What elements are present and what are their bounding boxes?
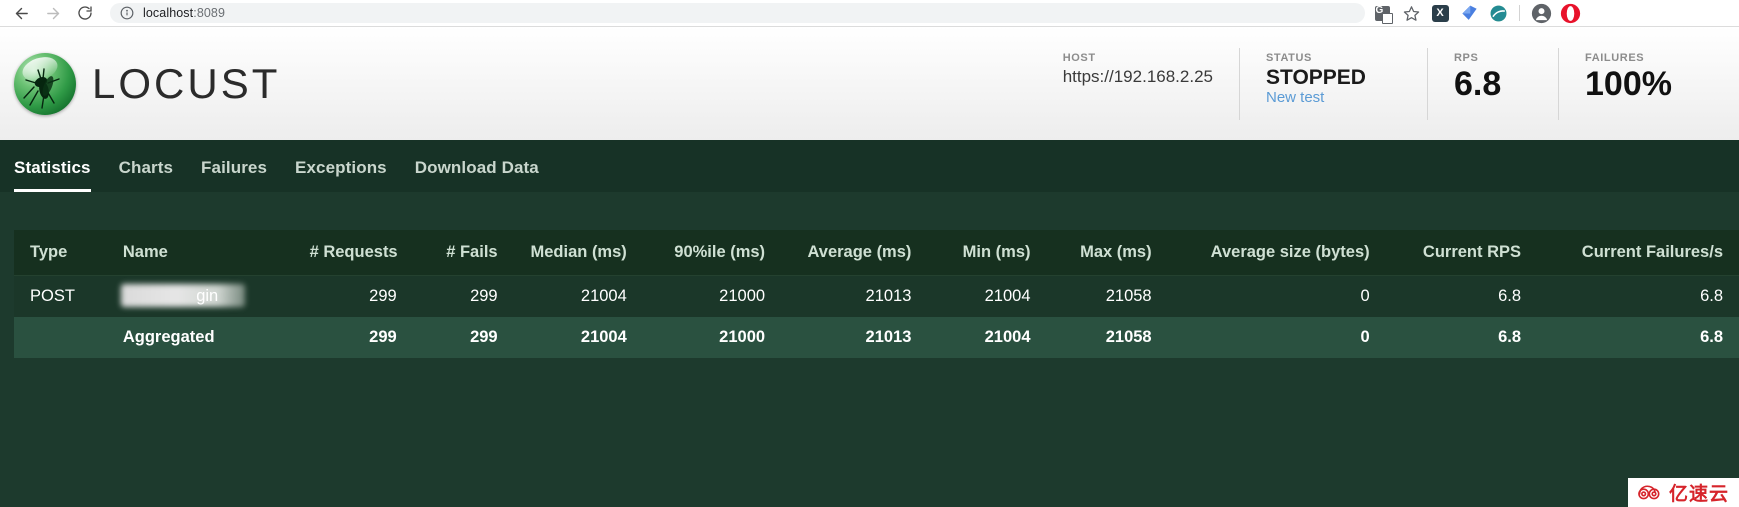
cell-type — [14, 317, 107, 358]
redaction-blur — [120, 284, 245, 307]
cell-current-failures: 6.8 — [1537, 317, 1739, 358]
cell-median: 21004 — [513, 275, 643, 317]
col-average[interactable]: Average (ms) — [781, 230, 928, 276]
cell-fails: 299 — [412, 317, 514, 358]
col-min[interactable]: Min (ms) — [927, 230, 1047, 276]
header-stats: HOST https://192.168.2.25 STATUS STOPPED… — [1037, 47, 1721, 120]
arrow-left-icon — [13, 5, 30, 22]
col-max[interactable]: Max (ms) — [1046, 230, 1168, 276]
cell-p90: 21000 — [642, 275, 782, 317]
watermark-text: 亿速云 — [1668, 483, 1729, 505]
stat-failures: FAILURES 100% — [1558, 47, 1721, 120]
stat-host: HOST https://192.168.2.25 — [1037, 48, 1239, 120]
stat-rps: RPS 6.8 — [1427, 47, 1558, 120]
brand-title: LOCUST — [92, 59, 281, 107]
cell-type: POST — [14, 275, 107, 317]
toolbar-divider — [1519, 5, 1520, 21]
tab-failures[interactable]: Failures — [201, 158, 267, 192]
cell-name: gin — [106, 275, 294, 317]
kite-extension-icon[interactable] — [1458, 2, 1480, 24]
arrow-right-icon — [45, 5, 62, 22]
col-p90[interactable]: 90%ile (ms) — [642, 230, 782, 276]
col-fails[interactable]: # Fails — [412, 230, 514, 276]
xmind-extension-icon[interactable]: X — [1429, 2, 1451, 24]
url-port: :8089 — [193, 6, 226, 20]
col-type[interactable]: Type — [14, 230, 107, 276]
tab-statistics[interactable]: Statistics — [14, 158, 91, 192]
redacted-name: gin — [120, 284, 245, 307]
stat-host-label: HOST — [1062, 51, 1096, 64]
watermark: 亿速云 — [1627, 478, 1739, 507]
col-current-failures[interactable]: Current Failures/s — [1537, 230, 1739, 276]
opera-extension-icon[interactable] — [1559, 2, 1581, 24]
forward-button[interactable] — [38, 1, 68, 25]
stat-status: STATUS STOPPED New test — [1239, 47, 1427, 120]
table-row[interactable]: POST gin 299 299 21004 21000 21013 21004… — [14, 275, 1739, 317]
cell-p90: 21000 — [642, 317, 782, 358]
cell-fails: 299 — [412, 275, 514, 317]
bookmark-star-icon[interactable] — [1400, 2, 1422, 24]
stat-failures-label: FAILURES — [1585, 51, 1645, 64]
stat-host-value: https://192.168.2.25 — [1062, 66, 1213, 86]
cell-average: 21013 — [781, 317, 928, 358]
tab-charts[interactable]: Charts — [119, 158, 173, 192]
info-circle-icon[interactable] — [120, 6, 134, 20]
browser-extension-icons: X — [1371, 2, 1581, 24]
cell-name: Aggregated — [106, 317, 294, 358]
cell-average-size: 0 — [1167, 317, 1386, 358]
cell-max: 21058 — [1046, 317, 1168, 358]
address-bar[interactable]: localhost:8089 — [110, 3, 1365, 23]
stat-rps-value: 6.8 — [1454, 64, 1502, 103]
tab-download-data[interactable]: Download Data — [415, 158, 539, 192]
cell-requests: 299 — [293, 317, 413, 358]
new-test-link[interactable]: New test — [1266, 89, 1401, 106]
cell-current-rps: 6.8 — [1385, 275, 1538, 317]
statistics-panel: Type Name # Requests # Fails Median (ms)… — [0, 192, 1739, 358]
cell-current-rps: 6.8 — [1385, 317, 1538, 358]
table-header-row: Type Name # Requests # Fails Median (ms)… — [14, 230, 1739, 276]
col-name[interactable]: Name — [106, 230, 294, 276]
cell-max: 21058 — [1046, 275, 1168, 317]
cell-average-size: 0 — [1167, 275, 1386, 317]
col-requests[interactable]: # Requests — [293, 230, 413, 276]
cell-average: 21013 — [781, 275, 928, 317]
table-row-aggregated[interactable]: Aggregated 299 299 21004 21000 21013 210… — [14, 317, 1739, 358]
statistics-table: Type Name # Requests # Fails Median (ms)… — [14, 230, 1739, 358]
col-current-rps[interactable]: Current RPS — [1385, 230, 1538, 276]
profile-avatar-icon[interactable] — [1530, 2, 1552, 24]
locust-logo-icon — [14, 52, 76, 115]
reload-button[interactable] — [70, 1, 100, 25]
cell-requests: 299 — [293, 275, 413, 317]
idm-extension-icon[interactable] — [1487, 2, 1509, 24]
tab-exceptions[interactable]: Exceptions — [295, 158, 387, 192]
address-bar-text: localhost:8089 — [143, 6, 225, 20]
cell-min: 21004 — [927, 275, 1047, 317]
back-button[interactable] — [6, 1, 36, 25]
col-average-size[interactable]: Average size (bytes) — [1167, 230, 1386, 276]
app-header: LOCUST HOST https://192.168.2.25 STATUS … — [0, 27, 1739, 140]
brand: LOCUST — [14, 52, 281, 115]
col-median[interactable]: Median (ms) — [513, 230, 643, 276]
cell-current-failures: 6.8 — [1537, 275, 1739, 317]
translate-icon[interactable] — [1371, 2, 1393, 24]
browser-toolbar: localhost:8089 X — [0, 0, 1739, 27]
stat-status-label: STATUS — [1266, 51, 1312, 64]
cell-min: 21004 — [927, 317, 1047, 358]
stat-status-value: STOPPED — [1266, 65, 1366, 89]
stat-rps-label: RPS — [1454, 51, 1479, 64]
browser-nav-buttons — [6, 1, 100, 25]
main-nav: Statistics Charts Failures Exceptions Do… — [0, 140, 1739, 192]
stat-failures-value: 100% — [1585, 64, 1672, 103]
cell-name-tail: gin — [196, 287, 219, 305]
reload-icon — [77, 5, 93, 21]
cloud-logo-icon — [1636, 484, 1663, 502]
cell-median: 21004 — [513, 317, 643, 358]
url-host: localhost — [143, 6, 194, 20]
